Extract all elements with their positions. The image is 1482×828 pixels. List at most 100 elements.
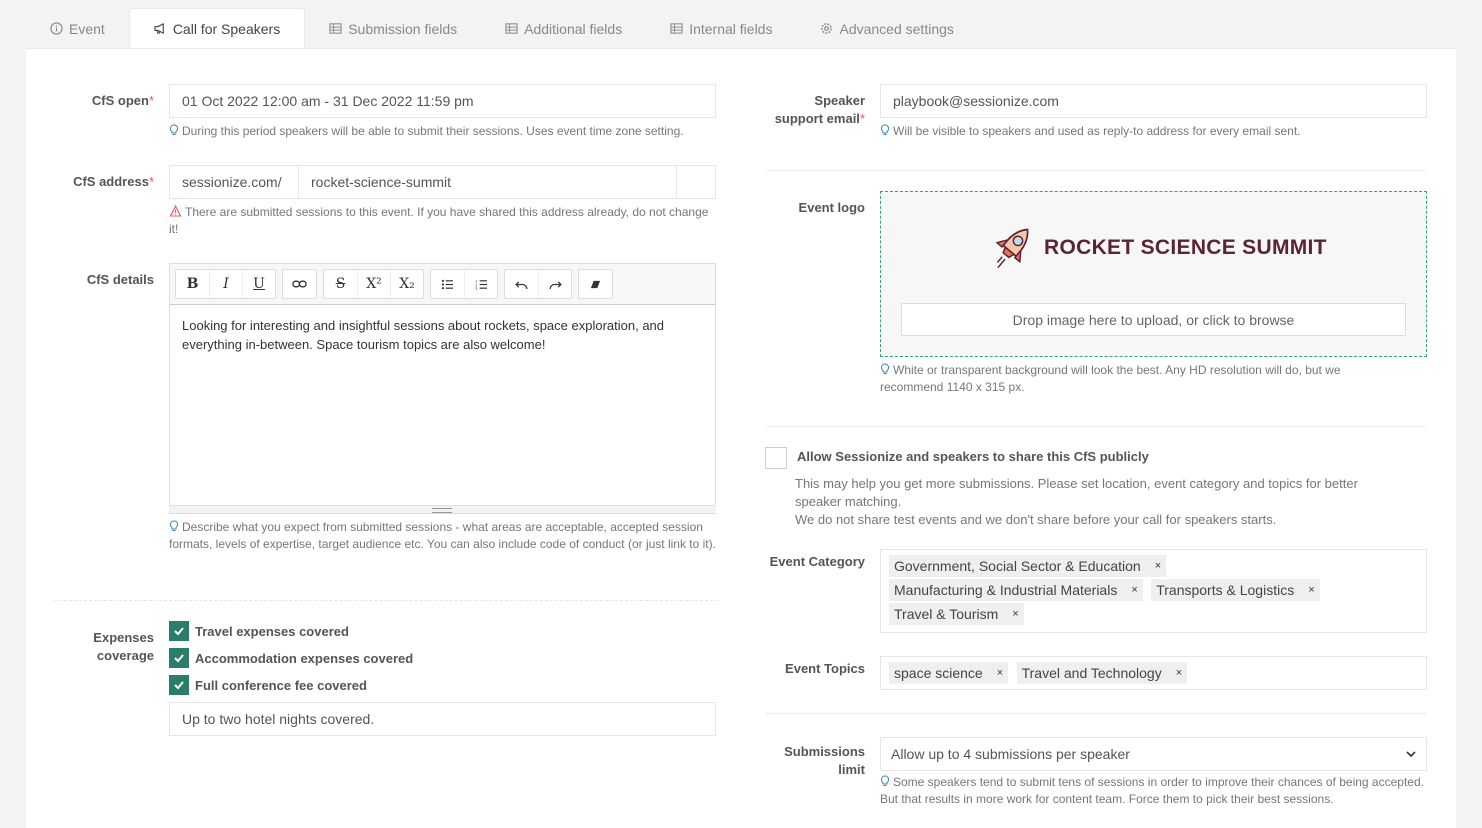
- chevron-down-icon: [1406, 751, 1416, 757]
- tag-label: Transports & Logistics: [1156, 582, 1295, 598]
- remove-tag-icon[interactable]: ×: [1131, 584, 1137, 596]
- bold-button[interactable]: B: [176, 270, 209, 298]
- expenses-note-input[interactable]: Up to two hotel nights covered.: [169, 702, 716, 736]
- redo-button[interactable]: [538, 270, 571, 298]
- category-tag: Transports & Logistics ×: [1151, 579, 1320, 601]
- cfs-open-value: 01 Oct 2022 12:00 am - 31 Dec 2022 11:59…: [182, 93, 474, 109]
- link-button[interactable]: [283, 270, 316, 298]
- support-email-input[interactable]: playbook@sessionize.com: [880, 84, 1427, 118]
- submissions-limit-help-text: Some speakers tend to submit tens of ses…: [880, 775, 1424, 806]
- rocket-icon: [995, 228, 1029, 269]
- divider: [765, 170, 1427, 171]
- category-tag: Manufacturing & Industrial Materials ×: [889, 579, 1143, 601]
- required-marker: *: [148, 93, 154, 108]
- tab-additional-fields[interactable]: Additional fields: [481, 8, 646, 49]
- checkbox-checked[interactable]: [169, 648, 189, 668]
- topic-tag: Travel and Technology ×: [1016, 662, 1188, 684]
- remove-tag-icon[interactable]: ×: [1176, 667, 1182, 679]
- tab-advanced-settings[interactable]: Advanced settings: [796, 8, 977, 49]
- numbered-list-button[interactable]: 123: [464, 270, 497, 298]
- logo-text: ROCKET SCIENCE SUMMIT: [1044, 236, 1327, 259]
- travel-expenses-checkbox[interactable]: Travel expenses covered: [169, 621, 349, 641]
- divider: [765, 713, 1427, 714]
- share-description-line2: We do not share test events and we don't…: [795, 512, 1277, 527]
- superscript-button[interactable]: X²: [357, 270, 390, 298]
- event-category-label-text: Event Category: [769, 554, 865, 569]
- event-category-input[interactable]: Government, Social Sector & Education × M…: [880, 549, 1427, 633]
- underline-button[interactable]: U: [242, 270, 275, 298]
- cfs-details-help-text: Describe what you expect from submitted …: [169, 520, 716, 551]
- support-email-help-text: Will be visible to speakers and used as …: [893, 124, 1301, 138]
- remove-tag-icon[interactable]: ×: [997, 667, 1003, 679]
- event-topics-input[interactable]: space science × Travel and Technology ×: [880, 656, 1427, 690]
- tab-additional-fields-label: Additional fields: [524, 20, 623, 37]
- support-email-label: Speaker support email*: [746, 92, 865, 128]
- tag-label: Government, Social Sector & Education: [894, 558, 1141, 574]
- editor-toolbar: B I U S X² X₂ 123: [169, 263, 716, 305]
- submissions-limit-label-line1: Submissions: [784, 744, 865, 759]
- remove-tag-icon[interactable]: ×: [1012, 608, 1018, 620]
- expenses-label-line1: Expenses: [93, 630, 154, 645]
- topic-tag: space science ×: [889, 662, 1009, 684]
- remove-tag-icon[interactable]: ×: [1155, 560, 1161, 572]
- cfs-address-input[interactable]: rocket-science-summit: [298, 165, 677, 199]
- share-publicly-label[interactable]: Allow Sessionize and speakers to share t…: [797, 449, 1149, 464]
- expenses-label: Expenses coverage: [46, 629, 154, 665]
- checkbox-checked[interactable]: [169, 621, 189, 641]
- checkbox-checked[interactable]: [169, 675, 189, 695]
- tab-call-for-speakers[interactable]: Call for Speakers: [128, 8, 306, 49]
- expenses-note-value: Up to two hotel nights covered.: [182, 711, 375, 727]
- cfs-details-editor[interactable]: Looking for interesting and insightful s…: [169, 304, 716, 514]
- upload-button[interactable]: Drop image here to upload, or click to b…: [901, 303, 1406, 336]
- history-group: [504, 269, 572, 299]
- cfs-details-help: Describe what you expect from submitted …: [169, 519, 716, 553]
- clear-group: [578, 269, 613, 299]
- tab-advanced-settings-label: Advanced settings: [839, 20, 954, 37]
- event-logo-label: Event logo: [746, 199, 865, 217]
- logo-dropzone[interactable]: ROCKET SCIENCE SUMMIT Drop image here to…: [880, 191, 1427, 357]
- call-for-speakers-panel: CfS open* 01 Oct 2022 12:00 am - 31 Dec …: [26, 48, 1456, 828]
- bullet-list-button[interactable]: [431, 270, 464, 298]
- required-marker: *: [148, 174, 154, 189]
- tab-submission-fields[interactable]: Submission fields: [305, 8, 481, 49]
- undo-button[interactable]: [505, 270, 538, 298]
- table-icon: [670, 23, 683, 34]
- tab-bar: Event Call for Speakers Submission field…: [26, 8, 978, 49]
- gear-icon: [821, 23, 833, 34]
- cfs-open-label-text: CfS open: [91, 93, 149, 108]
- divider: [765, 426, 1427, 427]
- table-icon: [505, 23, 518, 34]
- editor-resize-handle[interactable]: [169, 505, 716, 513]
- event-logo-help-text: White or transparent background will loo…: [880, 363, 1341, 394]
- submissions-limit-select[interactable]: Allow up to 4 submissions per speaker: [880, 737, 1427, 771]
- tab-event[interactable]: Event: [26, 8, 129, 49]
- divider: [54, 600, 718, 601]
- cfs-open-input[interactable]: 01 Oct 2022 12:00 am - 31 Dec 2022 11:59…: [169, 84, 716, 118]
- cfs-details-label: CfS details: [46, 271, 154, 289]
- tab-submission-fields-label: Submission fields: [348, 20, 458, 37]
- remove-tag-icon[interactable]: ×: [1308, 584, 1314, 596]
- support-email-value: playbook@sessionize.com: [893, 93, 1059, 109]
- subscript-button[interactable]: X₂: [390, 270, 423, 298]
- support-email-help: Will be visible to speakers and used as …: [880, 123, 1427, 140]
- event-logo-help: White or transparent background will loo…: [880, 362, 1400, 396]
- submissions-limit-label-line2: limit: [838, 762, 865, 777]
- conference-fee-checkbox[interactable]: Full conference fee covered: [169, 675, 367, 695]
- tag-label: Manufacturing & Industrial Materials: [894, 582, 1118, 598]
- conference-fee-label: Full conference fee covered: [195, 677, 367, 693]
- accommodation-expenses-checkbox[interactable]: Accommodation expenses covered: [169, 648, 413, 668]
- cfs-open-label: CfS open*: [46, 92, 154, 110]
- cfs-address-value: rocket-science-summit: [311, 174, 452, 190]
- cfs-address-label-text: CfS address: [73, 174, 149, 189]
- cfs-address-prefix: sessionize.com/: [169, 165, 299, 199]
- info-icon: [50, 22, 63, 35]
- italic-button[interactable]: I: [209, 270, 242, 298]
- clear-format-button[interactable]: [579, 270, 612, 298]
- cfs-address-warning: There are submitted sessions to this eve…: [169, 204, 709, 238]
- tag-label: Travel and Technology: [1021, 665, 1162, 681]
- share-description: This may help you get more submissions. …: [795, 475, 1405, 529]
- list-group: 123: [430, 269, 498, 299]
- share-publicly-checkbox[interactable]: [765, 447, 787, 469]
- tab-internal-fields[interactable]: Internal fields: [646, 8, 796, 49]
- strikethrough-button[interactable]: S: [324, 270, 357, 298]
